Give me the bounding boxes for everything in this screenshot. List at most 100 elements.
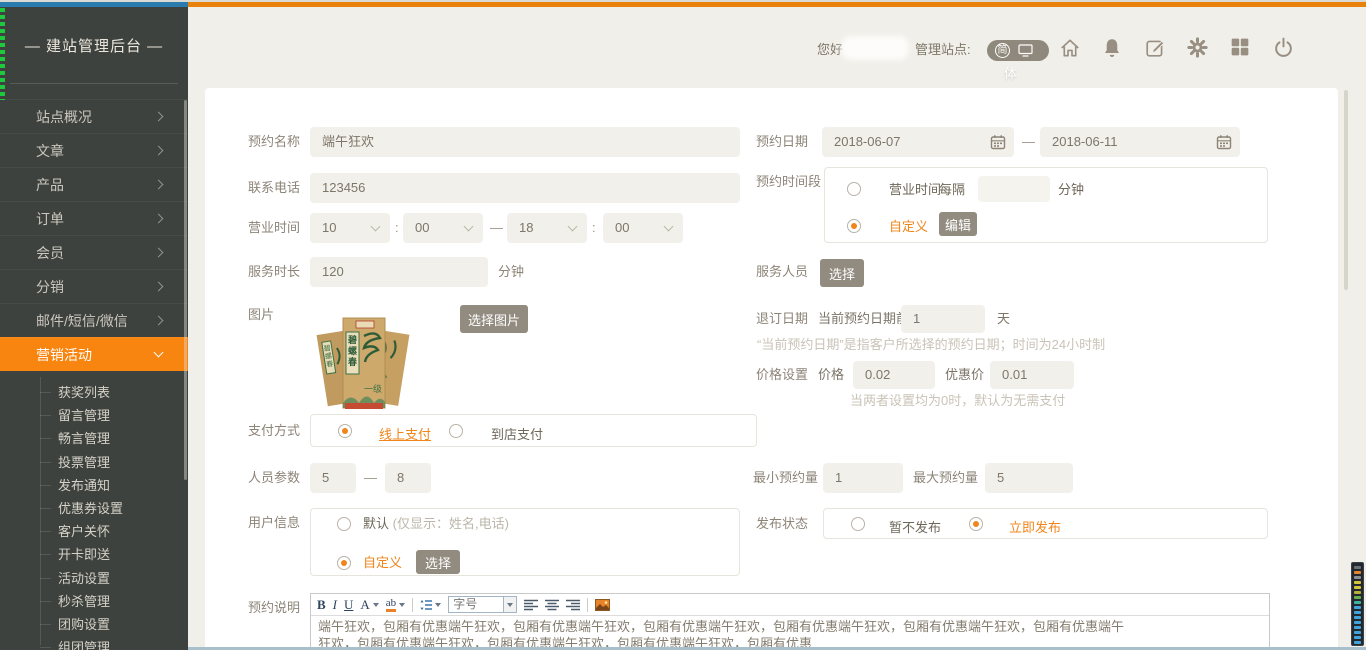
user-info-default-option[interactable]: 默认 (仅显示：姓名,电话) (363, 514, 509, 534)
date-to-input[interactable]: 2018-06-11 (1040, 127, 1240, 157)
close-hour-select[interactable]: 18 (507, 213, 587, 243)
top-stripe-blue (0, 2, 188, 7)
instore-payment-option[interactable]: 到店支付 (491, 424, 543, 443)
sidebar-subitem-coupon-settings[interactable]: 优惠券设置 (0, 497, 188, 520)
admin-page: — 建站管理后台 — 站点概况 文章 产品 订单 会员 分销 邮件/短信/微信 … (0, 0, 1366, 650)
font-size-combo[interactable]: 字号 (448, 596, 517, 613)
logout-power-icon[interactable] (1273, 37, 1297, 61)
sidebar-item-orders[interactable]: 订单 (0, 201, 188, 235)
chevron-down-icon (568, 222, 578, 232)
italic-button[interactable]: I (333, 598, 337, 611)
online-payment-radio[interactable] (338, 424, 352, 438)
sidebar-item-mail-sms-wechat[interactable]: 邮件/短信/微信 (0, 303, 188, 337)
line-spacing-button[interactable] (420, 599, 441, 611)
sidebar-item-articles[interactable]: 文章 (0, 133, 188, 167)
tree-tick (40, 415, 51, 416)
font-color-button[interactable]: A (360, 598, 378, 611)
price-input[interactable]: 0.02 (853, 361, 935, 389)
sidebar-subitem-changyan-mgmt[interactable]: 畅言管理 (0, 427, 188, 450)
sidebar-item-products[interactable]: 产品 (0, 167, 188, 201)
publish-later-option[interactable]: 暂不发布 (889, 517, 941, 536)
sidebar-subitem-activity-settings[interactable]: 活动设置 (0, 567, 188, 590)
home-icon[interactable] (1059, 37, 1083, 61)
cancel-days-input[interactable]: 1 (901, 305, 985, 333)
align-right-button[interactable] (566, 599, 580, 611)
edit-icon[interactable] (1145, 37, 1169, 61)
combo-caret-button[interactable] (504, 596, 517, 613)
sidebar-subitem-seckill-mgmt[interactable]: 秒杀管理 (0, 590, 188, 613)
date-from-input[interactable]: 2018-06-07 (822, 127, 1014, 157)
apps-grid-icon[interactable] (1230, 37, 1254, 61)
range-dash: — (1022, 127, 1035, 157)
chevron-down-icon (371, 222, 381, 232)
cancel-date-prefix: 当前预约日期前 (818, 305, 909, 333)
instore-payment-radio[interactable] (449, 424, 463, 438)
user-info-default-radio[interactable] (337, 517, 351, 531)
discount-price-input[interactable]: 0.01 (990, 361, 1074, 389)
language-switcher[interactable]: 简 (987, 40, 1049, 61)
editor-content-line[interactable]: 端午狂欢，包厢有优惠端午狂欢，包厢有优惠端午狂欢，包厢有优惠端午狂欢，包厢有优惠… (314, 619, 1128, 635)
sidebar-subitem-groupteam-mgmt[interactable]: 组团管理 (0, 636, 188, 650)
chevron-right-icon (154, 214, 164, 224)
business-hours-slot-radio[interactable] (847, 182, 861, 196)
select-value: 00 (415, 220, 429, 235)
custom-slot-radio[interactable] (847, 219, 861, 233)
contact-phone-input[interactable]: 123456 (310, 173, 740, 203)
choose-staff-button[interactable]: 选择 (820, 259, 864, 287)
highlight-glyph: ab (386, 598, 396, 612)
publish-now-option[interactable]: 立即发布 (1009, 517, 1061, 536)
align-center-button[interactable] (545, 599, 559, 611)
staff-label: 服务人员 (756, 258, 808, 286)
sidebar-subitem-customer-care[interactable]: 客户关怀 (0, 520, 188, 543)
open-hour-select[interactable]: 10 (310, 213, 390, 243)
choose-image-button[interactable]: 选择图片 (460, 305, 528, 333)
service-duration-input[interactable]: 120 (310, 257, 488, 287)
business-hours-slot-option[interactable]: 营业时间 (889, 179, 941, 198)
highlight-button[interactable]: ab (386, 598, 405, 612)
date-value: 2018-06-07 (834, 134, 901, 149)
chevron-down-icon (464, 222, 474, 232)
user-info-custom-radio[interactable] (337, 556, 351, 570)
subitem-label: 优惠券设置 (58, 501, 123, 516)
notifications-bell-icon[interactable] (1102, 37, 1126, 61)
page-scrollbar-thumb[interactable] (1344, 90, 1348, 290)
min-booking-input[interactable]: 1 (823, 463, 903, 493)
sidebar-scrollbar-thumb[interactable] (184, 100, 187, 480)
greeting-text: 您好 (817, 40, 843, 60)
user-info-choose-button[interactable]: 选择 (416, 550, 460, 574)
max-booking-input[interactable]: 5 (985, 463, 1073, 493)
booking-name-label: 预约名称 (248, 127, 300, 157)
align-left-button[interactable] (524, 599, 538, 611)
settings-gear-icon[interactable] (1187, 37, 1211, 61)
sidebar-item-site-overview[interactable]: 站点概况 (0, 99, 188, 133)
close-minute-select[interactable]: 00 (603, 213, 683, 243)
publish-later-radio[interactable] (851, 517, 865, 531)
insert-image-button[interactable] (595, 599, 610, 611)
people-min-input[interactable]: 5 (310, 463, 356, 493)
sidebar-item-distribution[interactable]: 分销 (0, 269, 188, 303)
top-stripe-orange (188, 2, 1366, 7)
subitem-label: 开卡即送 (58, 547, 110, 562)
edit-slots-button[interactable]: 编辑 (939, 212, 977, 236)
price-settings-label: 价格设置 (756, 361, 808, 389)
side-widget[interactable] (1351, 562, 1364, 646)
bold-button[interactable]: B (317, 598, 326, 611)
sidebar-subitem-publish-notice[interactable]: 发布通知 (0, 474, 188, 497)
people-max-input[interactable]: 8 (385, 463, 431, 493)
online-payment-option[interactable]: 线上支付 (379, 424, 431, 443)
underline-button[interactable]: U (344, 598, 353, 611)
sidebar-subitem-card-gift[interactable]: 开卡即送 (0, 543, 188, 566)
publish-now-radio[interactable] (969, 517, 983, 531)
subitem-label: 团购设置 (58, 617, 110, 632)
sidebar-subitem-message-mgmt[interactable]: 留言管理 (0, 404, 188, 427)
sidebar-item-members[interactable]: 会员 (0, 235, 188, 269)
interval-input[interactable] (978, 176, 1050, 202)
sidebar-item-marketing[interactable]: 营销活动 (0, 337, 188, 371)
custom-slot-option[interactable]: 自定义 (889, 216, 928, 235)
sidebar-subitem-vote-mgmt[interactable]: 投票管理 (0, 451, 188, 474)
booking-name-input[interactable]: 端午狂欢 (310, 127, 740, 157)
sidebar-subitem-groupbuy-settings[interactable]: 团购设置 (0, 613, 188, 636)
open-minute-select[interactable]: 00 (403, 213, 483, 243)
sidebar-subitem-award-list[interactable]: 获奖列表 (0, 381, 188, 404)
user-info-custom-option[interactable]: 自定义 (363, 553, 402, 573)
